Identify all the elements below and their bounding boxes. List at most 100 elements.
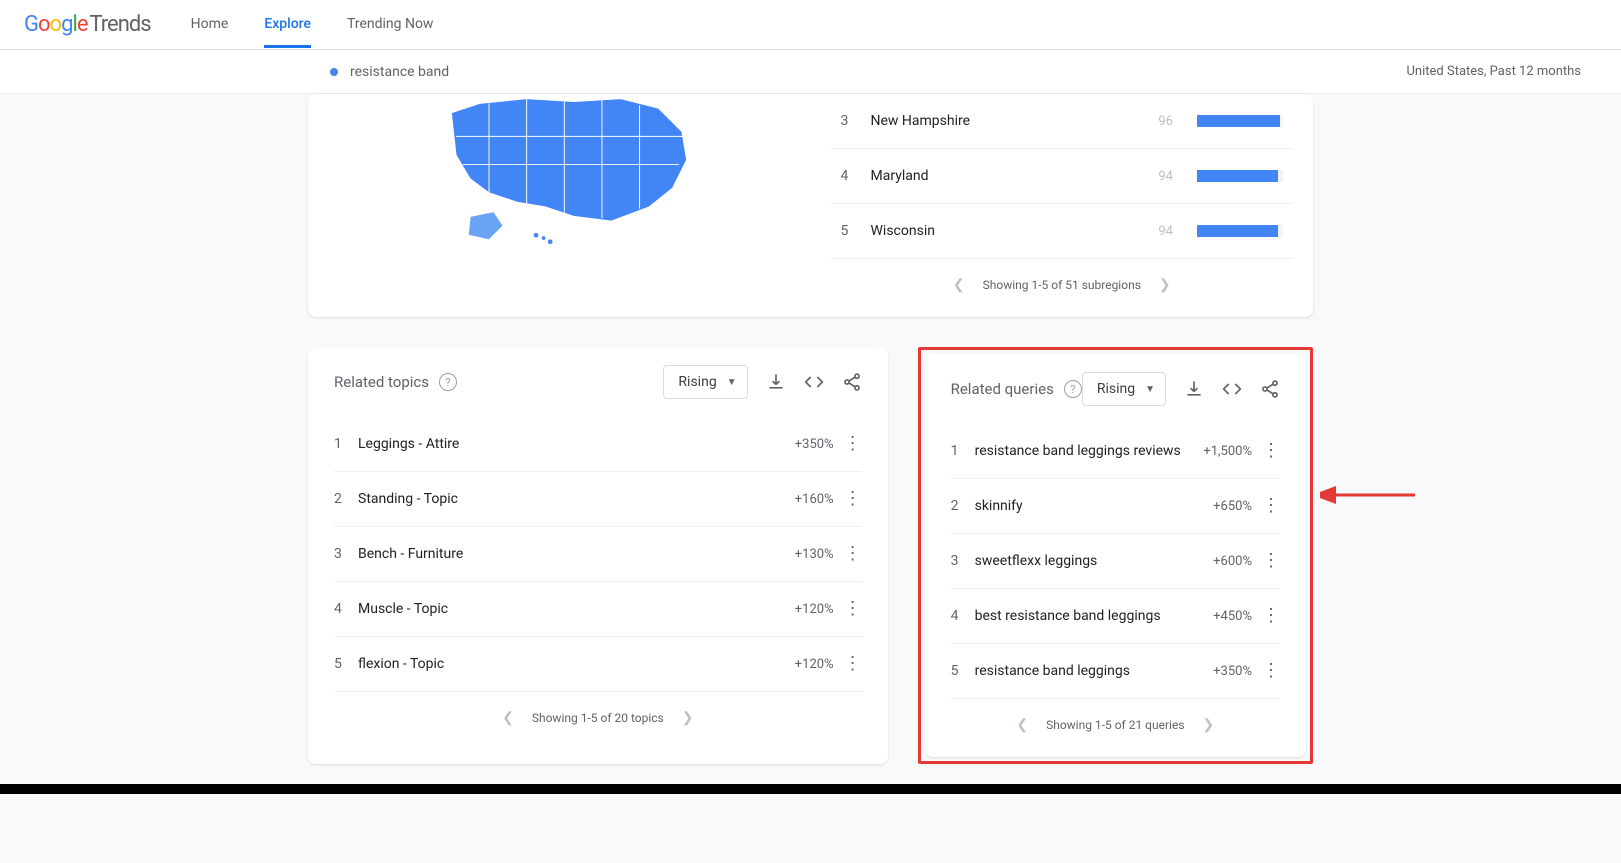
region-row[interactable]: 5 Wisconsin 94 bbox=[831, 204, 1294, 259]
topic-value: +160% bbox=[795, 492, 834, 507]
region-name: New Hampshire bbox=[871, 113, 1143, 129]
region-name: Maryland bbox=[871, 168, 1143, 184]
region-pager: ❮ Showing 1-5 of 51 subregions ❯ bbox=[831, 277, 1294, 293]
query-row[interactable]: 3 sweetflexx leggings +600% ⋮ bbox=[951, 534, 1280, 589]
us-map[interactable] bbox=[414, 94, 724, 254]
topic-value: +350% bbox=[795, 437, 834, 452]
query-name: sweetflexx leggings bbox=[975, 553, 1214, 569]
context-label: United States, Past 12 months bbox=[1407, 64, 1582, 79]
card-title: Related queries bbox=[951, 380, 1054, 398]
search-term[interactable]: resistance band bbox=[350, 64, 449, 80]
row-menu-icon[interactable]: ⋮ bbox=[844, 435, 862, 453]
query-name: resistance band leggings reviews bbox=[975, 443, 1204, 459]
region-rank: 3 bbox=[841, 113, 855, 129]
share-icon[interactable] bbox=[842, 372, 862, 392]
topic-row[interactable]: 4 Muscle - Topic +120% ⋮ bbox=[334, 582, 862, 637]
topic-name: flexion - Topic bbox=[358, 656, 795, 672]
pager-text: Showing 1-5 of 21 queries bbox=[1046, 718, 1184, 732]
embed-icon[interactable] bbox=[1222, 379, 1242, 399]
pager-next[interactable]: ❯ bbox=[682, 710, 694, 726]
pager-prev[interactable]: ❮ bbox=[502, 710, 514, 726]
query-rank: 4 bbox=[951, 608, 975, 624]
query-value: +1,500% bbox=[1203, 444, 1252, 459]
row-menu-icon[interactable]: ⋮ bbox=[1262, 552, 1280, 570]
annotation-highlight-box: Related queries ? Rising▼ bbox=[918, 347, 1313, 764]
row-menu-icon[interactable]: ⋮ bbox=[1262, 662, 1280, 680]
row-menu-icon[interactable]: ⋮ bbox=[1262, 607, 1280, 625]
region-rank: 4 bbox=[841, 168, 855, 184]
queries-pager: ❮ Showing 1-5 of 21 queries ❯ bbox=[951, 717, 1280, 733]
query-rank: 3 bbox=[951, 553, 975, 569]
topic-rank: 3 bbox=[334, 546, 358, 562]
topic-row[interactable]: 3 Bench - Furniture +130% ⋮ bbox=[334, 527, 862, 582]
query-row[interactable]: 2 skinnify +650% ⋮ bbox=[951, 479, 1280, 534]
nav-explore[interactable]: Explore bbox=[264, 1, 311, 48]
related-queries-card: Related queries ? Rising▼ bbox=[925, 354, 1306, 757]
query-rank: 5 bbox=[951, 663, 975, 679]
topic-name: Standing - Topic bbox=[358, 491, 795, 507]
pager-prev[interactable]: ❮ bbox=[953, 277, 965, 293]
topic-rank: 2 bbox=[334, 491, 358, 507]
region-row[interactable]: 3 New Hampshire 96 bbox=[831, 94, 1294, 149]
query-row[interactable]: 1 resistance band leggings reviews +1,50… bbox=[951, 424, 1280, 479]
help-icon[interactable]: ? bbox=[439, 373, 457, 391]
topic-value: +120% bbox=[795, 602, 834, 617]
topic-value: +120% bbox=[795, 657, 834, 672]
sort-dropdown[interactable]: Rising▼ bbox=[1082, 372, 1166, 406]
region-row[interactable]: 4 Maryland 94 bbox=[831, 149, 1294, 204]
topic-rank: 5 bbox=[334, 656, 358, 672]
pager-prev[interactable]: ❮ bbox=[1016, 717, 1028, 733]
query-value: +450% bbox=[1213, 609, 1252, 624]
interest-by-subregion-card: 3 New Hampshire 96 4 Maryland 94 5 Wisco… bbox=[308, 94, 1313, 317]
query-value: +350% bbox=[1213, 664, 1252, 679]
region-bar bbox=[1197, 225, 1283, 237]
topic-row[interactable]: 5 flexion - Topic +120% ⋮ bbox=[334, 637, 862, 692]
query-row[interactable]: 5 resistance band leggings +350% ⋮ bbox=[951, 644, 1280, 699]
topic-rank: 1 bbox=[334, 436, 358, 452]
region-name: Wisconsin bbox=[871, 223, 1143, 239]
download-icon[interactable] bbox=[1184, 379, 1204, 399]
row-menu-icon[interactable]: ⋮ bbox=[844, 655, 862, 673]
region-value: 94 bbox=[1158, 224, 1173, 239]
sort-dropdown[interactable]: Rising▼ bbox=[663, 365, 747, 399]
query-rank: 2 bbox=[951, 498, 975, 514]
topics-pager: ❮ Showing 1-5 of 20 topics ❯ bbox=[334, 710, 862, 726]
google-trends-logo[interactable]: Google Trends bbox=[24, 12, 151, 37]
row-menu-icon[interactable]: ⋮ bbox=[1262, 442, 1280, 460]
row-menu-icon[interactable]: ⋮ bbox=[1262, 497, 1280, 515]
bottom-edge bbox=[0, 784, 1621, 794]
download-icon[interactable] bbox=[766, 372, 786, 392]
topic-name: Leggings - Attire bbox=[358, 436, 795, 452]
query-rank: 1 bbox=[951, 443, 975, 459]
pager-next[interactable]: ❯ bbox=[1203, 717, 1215, 733]
nav-trending-now[interactable]: Trending Now bbox=[347, 1, 433, 48]
topic-name: Muscle - Topic bbox=[358, 601, 795, 617]
region-list: 3 New Hampshire 96 4 Maryland 94 5 Wisco… bbox=[831, 94, 1314, 293]
query-row[interactable]: 4 best resistance band leggings +450% ⋮ bbox=[951, 589, 1280, 644]
row-menu-icon[interactable]: ⋮ bbox=[844, 600, 862, 618]
help-icon[interactable]: ? bbox=[1064, 380, 1082, 398]
nav-home[interactable]: Home bbox=[191, 1, 229, 48]
row-menu-icon[interactable]: ⋮ bbox=[844, 545, 862, 563]
share-icon[interactable] bbox=[1260, 379, 1280, 399]
pager-next[interactable]: ❯ bbox=[1159, 277, 1171, 293]
related-topics-card: Related topics ? Rising▼ bbox=[308, 347, 888, 764]
pager-text: Showing 1-5 of 51 subregions bbox=[983, 278, 1141, 292]
topic-name: Bench - Furniture bbox=[358, 546, 795, 562]
annotation-arrow bbox=[1320, 480, 1420, 514]
top-nav: Google Trends Home Explore Trending Now bbox=[0, 0, 1621, 50]
topic-row[interactable]: 2 Standing - Topic +160% ⋮ bbox=[334, 472, 862, 527]
query-value: +600% bbox=[1213, 554, 1252, 569]
region-bar bbox=[1197, 170, 1283, 182]
row-menu-icon[interactable]: ⋮ bbox=[844, 490, 862, 508]
query-name: skinnify bbox=[975, 498, 1214, 514]
search-term-bar: resistance band United States, Past 12 m… bbox=[0, 50, 1621, 94]
region-rank: 5 bbox=[841, 223, 855, 239]
topic-row[interactable]: 1 Leggings - Attire +350% ⋮ bbox=[334, 417, 862, 472]
topic-rank: 4 bbox=[334, 601, 358, 617]
card-title: Related topics bbox=[334, 373, 429, 391]
pager-text: Showing 1-5 of 20 topics bbox=[532, 711, 664, 725]
region-value: 94 bbox=[1158, 169, 1173, 184]
topic-value: +130% bbox=[795, 547, 834, 562]
embed-icon[interactable] bbox=[804, 372, 824, 392]
